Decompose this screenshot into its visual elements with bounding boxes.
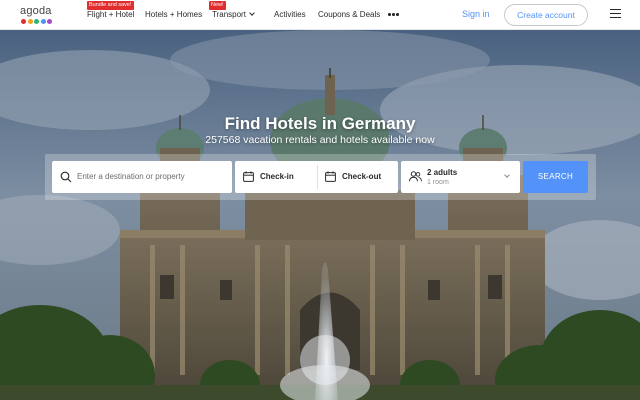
logo-dot <box>40 19 46 24</box>
logo-dot <box>34 19 39 24</box>
hero-title: Find Hotels in Germany <box>224 114 416 133</box>
logo-dots <box>21 19 52 24</box>
top-header: agoda Bundle and save! Flight + Hotel Ho… <box>0 0 640 30</box>
calendar-icon <box>325 171 336 182</box>
nav-transport-label: Transport <box>212 10 246 19</box>
nav-flight-hotel[interactable]: Flight + Hotel <box>87 10 134 19</box>
nav-coupons-deals[interactable]: Coupons & Deals <box>318 10 380 19</box>
search-icon <box>60 171 72 183</box>
search-button[interactable]: SEARCH <box>523 161 588 193</box>
sign-in-link[interactable]: Sign in <box>462 9 490 19</box>
more-horizontal-icon[interactable] <box>388 13 399 16</box>
logo-dot <box>21 19 26 24</box>
logo-dot <box>27 19 33 24</box>
rooms-summary: 1 room <box>427 179 449 186</box>
agoda-logo[interactable]: agoda <box>20 5 60 27</box>
more-dot <box>396 13 399 16</box>
destination-placeholder: Enter a destination or property <box>77 172 185 181</box>
menu-line <box>610 9 621 11</box>
create-account-button[interactable]: Create account <box>504 4 588 26</box>
hamburger-menu-icon[interactable] <box>610 9 621 19</box>
check-in-label: Check-in <box>260 172 294 181</box>
users-icon <box>409 171 422 182</box>
date-divider <box>317 165 318 189</box>
cathedral-background-image <box>0 30 640 400</box>
menu-line <box>610 13 621 15</box>
nav-activities[interactable]: Activities <box>274 10 306 19</box>
new-badge: New! <box>209 1 226 10</box>
guests-summary: 2 adults <box>427 168 458 177</box>
nav-hotels-homes[interactable]: Hotels + Homes <box>145 10 202 19</box>
more-dot <box>388 13 391 16</box>
chevron-down-icon <box>249 10 255 16</box>
logo-text: agoda <box>20 5 52 17</box>
nav-transport[interactable]: Transport <box>212 10 255 19</box>
menu-line <box>610 17 621 19</box>
check-out-label: Check-out <box>342 172 382 181</box>
hero-subtitle: 257568 vacation rentals and hotels avail… <box>205 134 435 146</box>
bundle-badge: Bundle and save! <box>87 1 134 10</box>
hero-banner <box>0 30 640 400</box>
logo-dot <box>47 19 52 24</box>
more-dot <box>392 13 395 16</box>
calendar-icon <box>243 171 254 182</box>
